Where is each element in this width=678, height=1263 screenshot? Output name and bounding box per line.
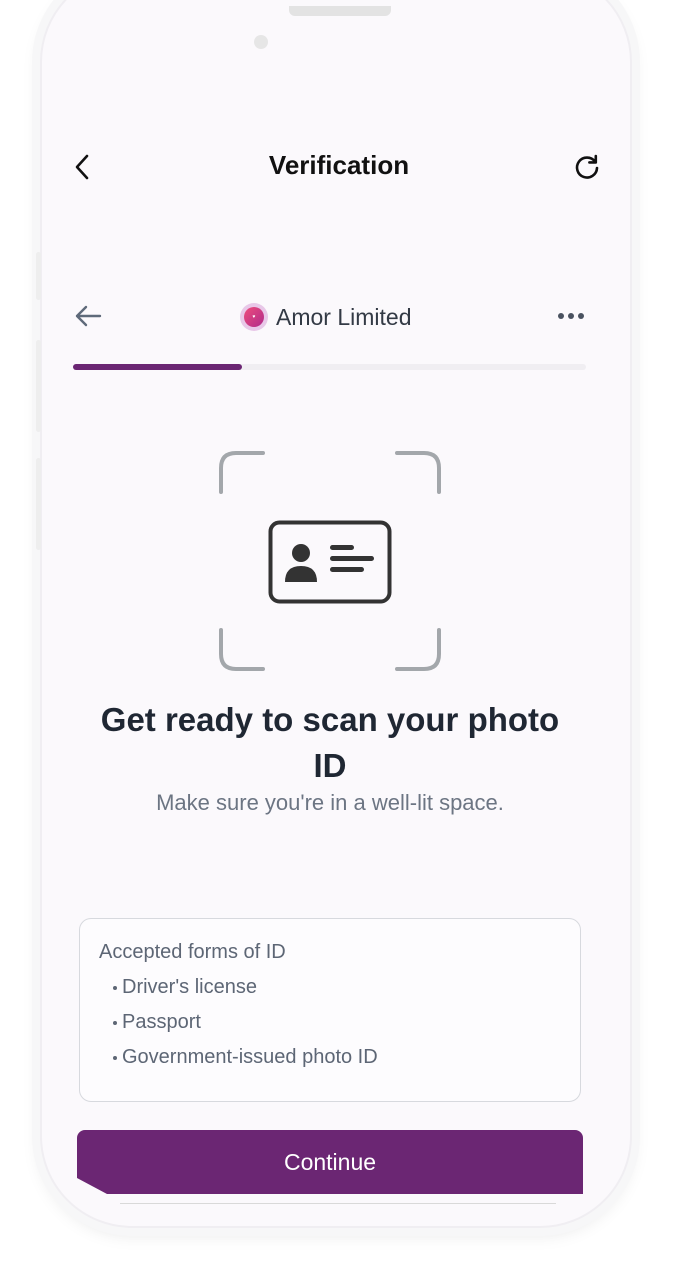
speaker-grille — [289, 6, 391, 16]
provider-brand: ♥ Amor Limited — [240, 303, 411, 331]
scan-frame — [218, 450, 442, 672]
side-button — [36, 252, 41, 300]
scan-subtext: Make sure you're in a well-lit space. — [156, 790, 504, 815]
more-horizontal-icon — [558, 313, 584, 319]
continue-button[interactable]: Continue — [77, 1130, 583, 1194]
scan-headline: Get ready to scan your photo ID — [100, 701, 560, 784]
refresh-button[interactable] — [570, 150, 604, 184]
more-options-button[interactable] — [552, 302, 590, 330]
side-button — [36, 340, 41, 432]
accepted-ids-title: Accepted forms of ID — [99, 941, 286, 963]
list-item: Passport — [113, 1011, 580, 1034]
progress-fill — [73, 364, 243, 370]
arrow-left-icon — [75, 305, 102, 327]
home-indicator — [120, 1203, 556, 1204]
accepted-ids-card: Accepted forms of ID Driver's license Pa… — [79, 918, 581, 1102]
side-button — [36, 458, 41, 550]
provider-name: Amor Limited — [276, 303, 412, 330]
list-item: Driver's license — [113, 976, 580, 999]
list-item: Government-issued photo ID — [113, 1046, 580, 1069]
id-card-icon — [268, 520, 392, 604]
step-back-button[interactable] — [70, 300, 106, 332]
progress-bar — [73, 364, 586, 370]
front-camera — [254, 35, 268, 49]
amor-logo: ♥ — [240, 303, 268, 331]
refresh-icon — [575, 154, 599, 179]
